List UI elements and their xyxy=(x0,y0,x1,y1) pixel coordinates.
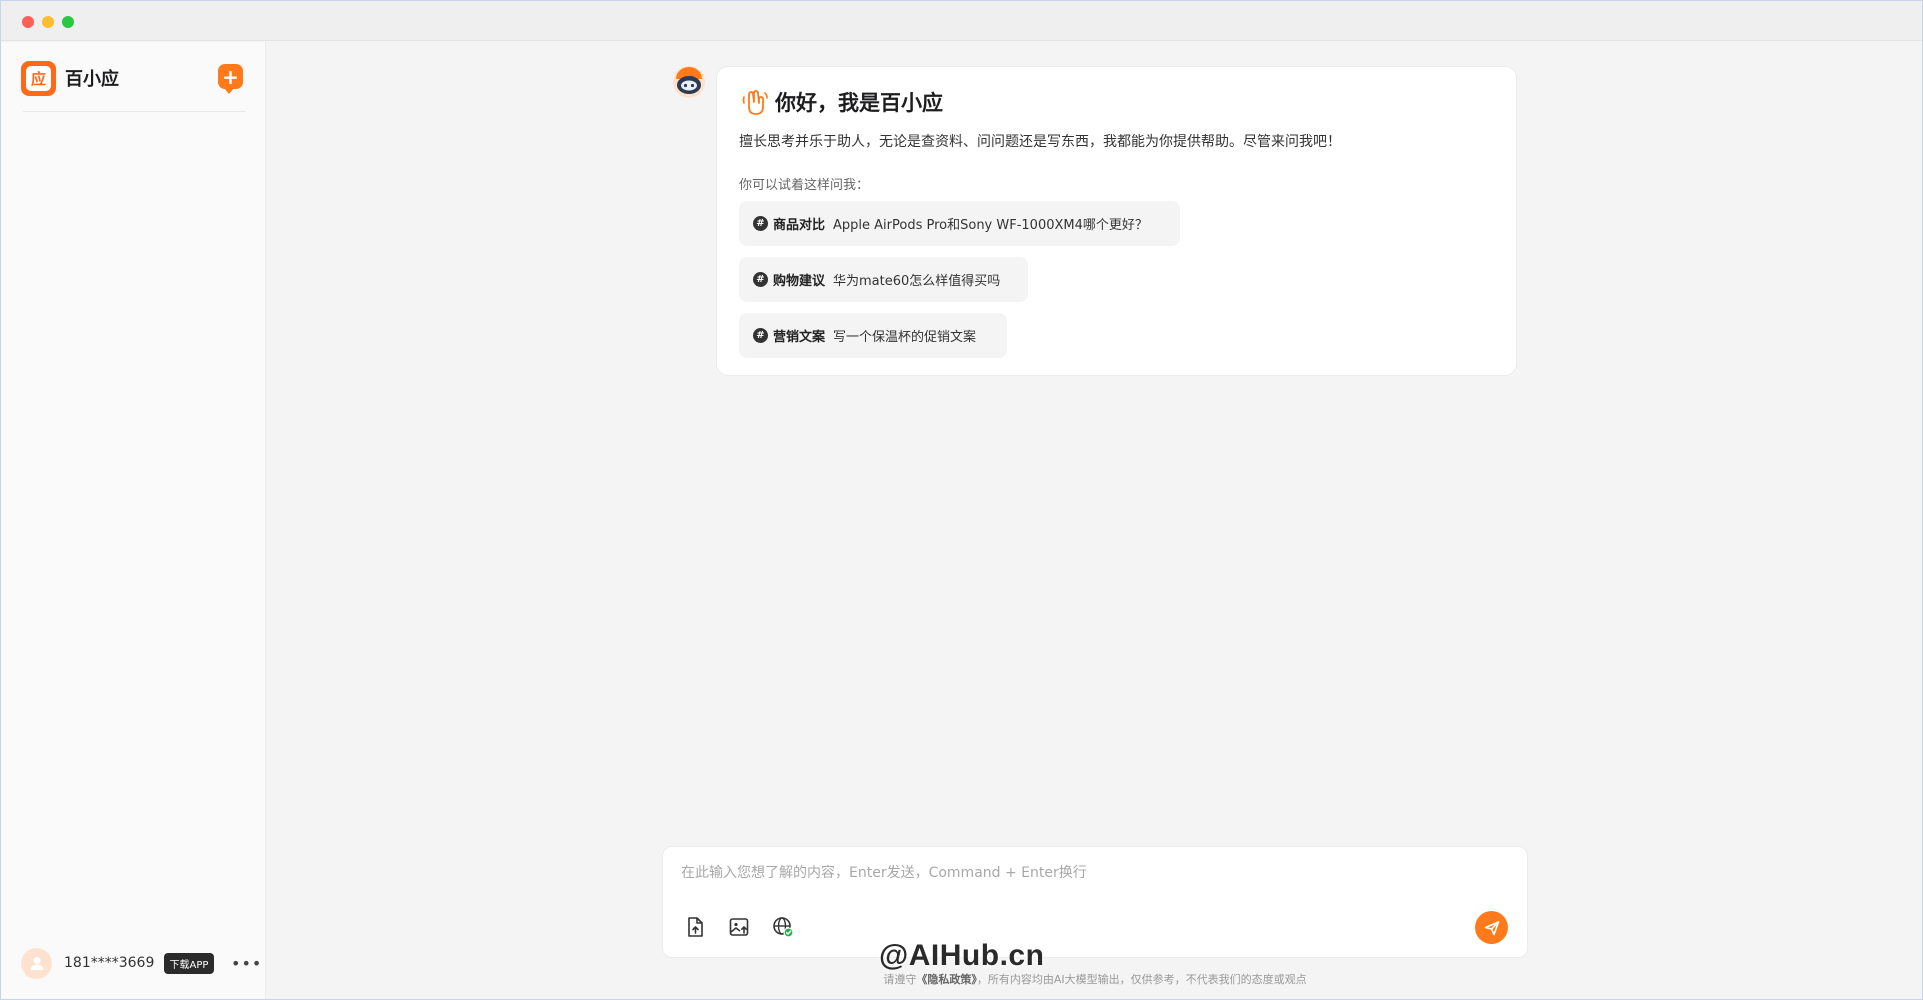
close-window-button[interactable] xyxy=(22,16,34,28)
greeting-card: 你好，我是百小应 擅长思考并乐于助人，无论是查资料、问问题还是写东西，我都能为你… xyxy=(716,66,1517,376)
disclaimer-prefix: 请遵守 xyxy=(883,973,917,986)
waving-hand-icon xyxy=(739,87,769,117)
hashtag-icon: # xyxy=(753,328,768,343)
suggestion-question: 华为mate60怎么样值得买吗 xyxy=(833,274,1001,289)
suggestion-chip[interactable]: # 营销文案 写一个保温杯的促销文案 xyxy=(739,313,1007,358)
new-chat-button[interactable]: + xyxy=(218,64,243,94)
suggestion-question: Apple AirPods Pro和Sony WF-1000XM4哪个更好？ xyxy=(833,218,1148,233)
hashtag-icon: # xyxy=(753,272,768,287)
message-input[interactable] xyxy=(681,861,1501,885)
maximize-window-button[interactable] xyxy=(62,16,74,28)
suggestion-question: 写一个保温杯的促销文案 xyxy=(833,330,977,345)
title-bar xyxy=(1,1,1922,41)
suggestion-category: 营销文案 xyxy=(773,330,826,345)
minimize-window-button[interactable] xyxy=(42,16,54,28)
suggestions-label: 你可以试着这样问我： xyxy=(739,178,870,193)
download-app-badge[interactable]: 下载APP xyxy=(164,952,214,974)
watermark: @AIHub.cn xyxy=(879,939,1045,972)
suggestion-category: 商品对比 xyxy=(773,218,826,233)
privacy-policy-link[interactable]: 《隐私政策》 xyxy=(916,973,977,986)
file-upload-icon[interactable] xyxy=(683,915,707,939)
greeting-header: 你好，我是百小应 xyxy=(739,87,943,117)
user-phone: 181****3669 xyxy=(64,955,155,971)
suggestion-category: 购物建议 xyxy=(773,274,826,289)
disclaimer: 请遵守《隐私政策》，所有内容均由AI大模型输出，仅供参考，不代表我们的态度或观点 xyxy=(662,971,1528,987)
hashtag-icon: # xyxy=(753,216,768,231)
logo-char: 应 xyxy=(26,65,51,91)
bot-avatar-icon xyxy=(672,65,706,99)
plus-icon: + xyxy=(222,64,239,89)
user-avatar-icon[interactable] xyxy=(21,947,52,979)
suggestion-chip[interactable]: # 商品对比 Apple AirPods Pro和Sony WF-1000XM4… xyxy=(739,201,1180,246)
user-row[interactable]: 181****3669 下载APP ••• xyxy=(21,947,262,979)
greeting-description: 擅长思考并乐于助人，无论是查资料、问问题还是写东西，我都能为你提供帮助。尽管来问… xyxy=(739,134,1341,150)
suggestion-chip[interactable]: # 购物建议 华为mate60怎么样值得买吗 xyxy=(739,257,1028,302)
send-button[interactable] xyxy=(1475,911,1508,944)
image-upload-icon[interactable] xyxy=(727,915,751,939)
web-search-icon[interactable] xyxy=(771,915,795,939)
more-options-button[interactable]: ••• xyxy=(231,954,262,973)
app-logo-icon: 应 xyxy=(21,60,56,96)
sidebar-divider xyxy=(23,111,246,112)
send-icon xyxy=(1484,920,1499,935)
app-name: 百小应 xyxy=(65,69,119,90)
sidebar: 应 百小应 + 181****3669 下载APP ••• xyxy=(1,42,266,999)
greeting-title: 你好，我是百小应 xyxy=(775,91,943,115)
app-window: 应 百小应 + 181****3669 下载APP ••• 你好，我是百小应 擅… xyxy=(0,0,1923,1000)
message-composer xyxy=(662,846,1528,958)
disclaimer-suffix: ，所有内容均由AI大模型输出，仅供参考，不代表我们的态度或观点 xyxy=(976,973,1307,986)
brand: 应 百小应 xyxy=(21,60,119,96)
